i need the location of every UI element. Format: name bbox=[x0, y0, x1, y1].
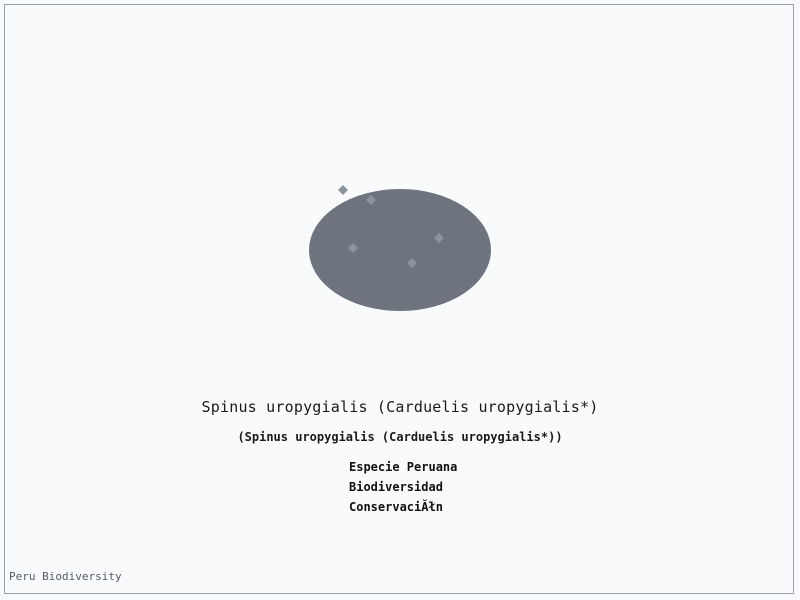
species-subtitle: (Spinus uropygialis (Carduelis uropygial… bbox=[237, 430, 563, 444]
tag-list: Especie Peruana Biodiversidad Conservaci… bbox=[349, 459, 457, 519]
tag-item: ConservaciĂłn bbox=[349, 500, 443, 514]
footer-credit: Peru Biodiversity bbox=[9, 570, 122, 583]
blob-shape bbox=[309, 189, 491, 311]
species-title: Spinus uropygialis (Carduelis uropygiali… bbox=[201, 398, 599, 416]
dot-marker bbox=[338, 185, 348, 195]
tag-item: Biodiversidad bbox=[349, 480, 443, 494]
tag-item: Especie Peruana bbox=[349, 460, 458, 474]
